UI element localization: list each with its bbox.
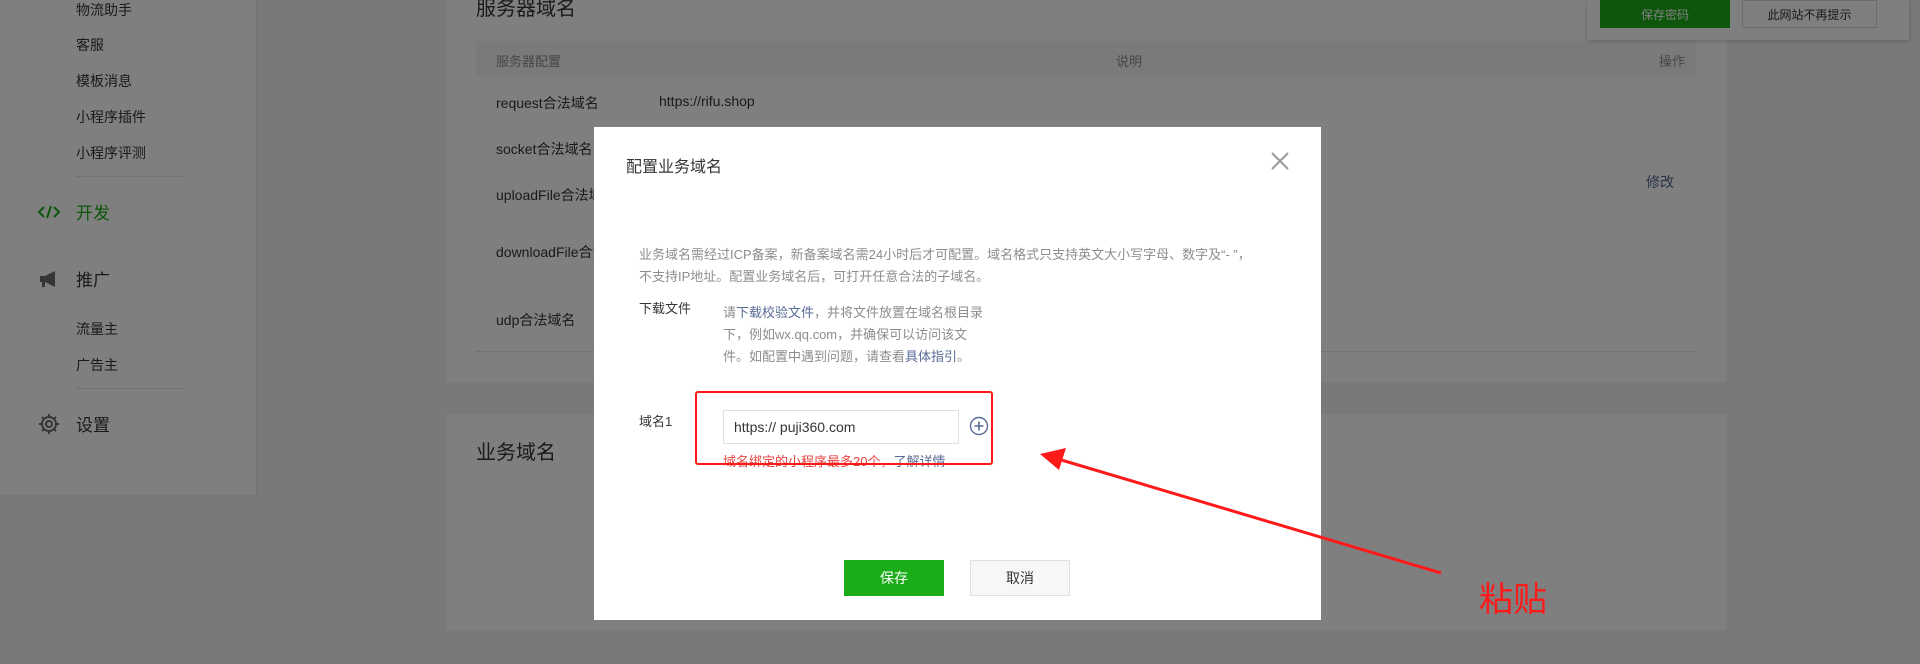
download-end: 。 bbox=[957, 349, 971, 364]
cancel-button[interactable]: 取消 bbox=[970, 560, 1070, 596]
learn-more-link[interactable]: 了解详情 bbox=[893, 454, 945, 469]
configure-business-domain-modal: 配置业务域名 业务域名需经过ICP备案，新备案域名需24小时后才可配置。域名格式… bbox=[594, 127, 1321, 620]
domain-hint: 域名绑定的小程序最多20个，了解详情 bbox=[723, 451, 945, 470]
modal-title: 配置业务域名 bbox=[626, 159, 723, 176]
close-icon[interactable] bbox=[1266, 147, 1294, 175]
add-icon[interactable] bbox=[969, 416, 989, 436]
download-file-label: 下载文件 bbox=[639, 301, 692, 316]
save-button[interactable]: 保存 bbox=[844, 560, 944, 596]
guide-link[interactable]: 具体指引 bbox=[905, 349, 957, 364]
domain-input[interactable] bbox=[723, 410, 959, 444]
download-verify-file-link[interactable]: 下载校验文件 bbox=[736, 305, 814, 320]
modal-description: 业务域名需经过ICP备案，新备案域名需24小时后才可配置。域名格式只支持英文大小… bbox=[639, 247, 1251, 284]
download-instructions: 请下载校验文件，并将文件放置在域名根目录下，例如wx.qq.com，并确保可以访… bbox=[723, 302, 991, 368]
annotation-label: 粘贴 bbox=[1479, 581, 1547, 619]
domain-label: 域名1 bbox=[639, 414, 673, 429]
domain-hint-text: 域名绑定的小程序最多20个， bbox=[723, 454, 894, 469]
download-prefix: 请 bbox=[723, 305, 737, 320]
